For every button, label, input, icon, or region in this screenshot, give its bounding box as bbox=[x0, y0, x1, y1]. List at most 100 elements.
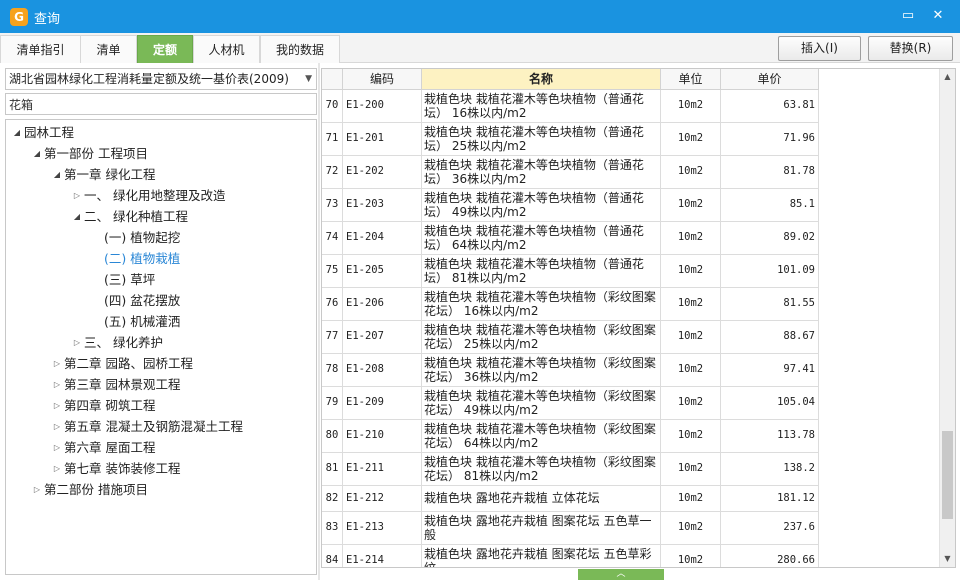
tab-bill-guide[interactable]: 清单指引 bbox=[0, 35, 81, 63]
tree-node[interactable]: ▷ 第三章 园林景观工程 bbox=[50, 375, 181, 395]
row-unit: 10m2 bbox=[661, 545, 721, 567]
row-name: 栽植色块 栽植花灌木等色块植物（彩纹图案花坛） 81株以内/m2 bbox=[422, 453, 661, 486]
panel-splitter[interactable] bbox=[318, 63, 320, 580]
library-select[interactable]: 湖北省园林绿化工程消耗量定额及统一基价表(2009) ▼ bbox=[5, 68, 317, 90]
row-seq: 84 bbox=[322, 545, 343, 567]
row-name: 栽植色块 栽植花灌木等色块植物（彩纹图案花坛） 64株以内/m2 bbox=[422, 420, 661, 453]
tree-node[interactable]: ◢ 二、 绿化种植工程 bbox=[70, 207, 188, 227]
collapsed-icon[interactable]: ▷ bbox=[50, 396, 64, 416]
column-header-price[interactable]: 单价 bbox=[721, 69, 819, 90]
tree-node[interactable]: ▷ 一、 绿化用地整理及改造 bbox=[70, 186, 226, 206]
tab-materials[interactable]: 人材机 bbox=[193, 35, 260, 63]
scroll-up-icon[interactable]: ▲ bbox=[940, 69, 955, 85]
table-row[interactable]: 75 E1-205 栽植色块 栽植花灌木等色块植物（普通花坛） 81株以内/m2… bbox=[322, 255, 819, 288]
tree-node[interactable]: ◢ 第一章 绿化工程 bbox=[50, 165, 156, 185]
tree-leaf[interactable]: (三) 草坪 bbox=[104, 270, 155, 290]
tree-node[interactable]: ▷ 第四章 砌筑工程 bbox=[50, 396, 156, 416]
row-name: 栽植色块 栽植花灌木等色块植物（普通花坛） 36株以内/m2 bbox=[422, 156, 661, 189]
row-price: 81.55 bbox=[721, 288, 819, 321]
tree-node[interactable]: ▷ 第二部份 措施项目 bbox=[30, 480, 148, 500]
collapsed-icon[interactable]: ▷ bbox=[70, 186, 84, 206]
collapsed-icon[interactable]: ▷ bbox=[50, 459, 64, 479]
table-row[interactable]: 83 E1-213 栽植色块 露地花卉栽植 图案花坛 五色草一般 10m2 23… bbox=[322, 512, 819, 545]
tree-node[interactable]: ◢ 第一部份 工程项目 bbox=[30, 144, 148, 164]
column-header-name[interactable]: 名称 bbox=[422, 69, 661, 90]
table-row[interactable]: 80 E1-210 栽植色块 栽植花灌木等色块植物（彩纹图案花坛） 64株以内/… bbox=[322, 420, 819, 453]
panel-collapse-handle[interactable]: ︿ bbox=[578, 569, 664, 580]
tree-node[interactable]: ▷ 第二章 园路、园桥工程 bbox=[50, 354, 193, 374]
tree-leaf[interactable]: (四) 盆花摆放 bbox=[104, 291, 180, 311]
row-code: E1-204 bbox=[343, 222, 422, 255]
table-row[interactable]: 84 E1-214 栽植色块 露地花卉栽植 图案花坛 五色草彩纹 10m2 28… bbox=[322, 545, 819, 567]
row-code: E1-206 bbox=[343, 288, 422, 321]
tab-quota[interactable]: 定额 bbox=[137, 35, 193, 63]
tree-node[interactable]: ▷ 第七章 装饰装修工程 bbox=[50, 459, 181, 479]
insert-button[interactable]: 插入(I) bbox=[778, 36, 861, 61]
table-row[interactable]: 79 E1-209 栽植色块 栽植花灌木等色块植物（彩纹图案花坛） 49株以内/… bbox=[322, 387, 819, 420]
table-row[interactable]: 76 E1-206 栽植色块 栽植花灌木等色块植物（彩纹图案花坛） 16株以内/… bbox=[322, 288, 819, 321]
table-row[interactable]: 71 E1-201 栽植色块 栽植花灌木等色块植物（普通花坛） 25株以内/m2… bbox=[322, 123, 819, 156]
tree-leaf-selected[interactable]: (二) 植物栽植 bbox=[104, 249, 180, 269]
table-row[interactable]: 81 E1-211 栽植色块 栽植花灌木等色块植物（彩纹图案花坛） 81株以内/… bbox=[322, 453, 819, 486]
row-unit: 10m2 bbox=[661, 512, 721, 545]
table-row[interactable]: 77 E1-207 栽植色块 栽植花灌木等色块植物（彩纹图案花坛） 25株以内/… bbox=[322, 321, 819, 354]
collapsed-icon[interactable]: ▷ bbox=[30, 480, 44, 500]
chevron-up-icon: ︿ bbox=[616, 569, 626, 579]
row-name: 栽植色块 栽植花灌木等色块植物（普通花坛） 16株以内/m2 bbox=[422, 90, 661, 123]
row-code: E1-201 bbox=[343, 123, 422, 156]
column-header-code[interactable]: 编码 bbox=[343, 69, 422, 90]
scroll-down-icon[interactable]: ▼ bbox=[940, 551, 955, 567]
row-seq: 70 bbox=[322, 90, 343, 123]
tree-node[interactable]: ▷ 第六章 屋面工程 bbox=[50, 438, 156, 458]
row-price: 181.12 bbox=[721, 486, 819, 512]
expanded-icon[interactable]: ◢ bbox=[30, 144, 44, 164]
collapsed-icon[interactable]: ▷ bbox=[50, 375, 64, 395]
row-code: E1-214 bbox=[343, 545, 422, 567]
row-seq: 82 bbox=[322, 486, 343, 512]
row-code: E1-207 bbox=[343, 321, 422, 354]
table-row[interactable]: 74 E1-204 栽植色块 栽植花灌木等色块植物（普通花坛） 64株以内/m2… bbox=[322, 222, 819, 255]
tree-leaf[interactable]: (五) 机械灌洒 bbox=[104, 312, 180, 332]
expanded-icon[interactable]: ◢ bbox=[70, 207, 84, 227]
row-name: 栽植色块 露地花卉栽植 图案花坛 五色草一般 bbox=[422, 512, 661, 545]
row-name: 栽植色块 栽植花灌木等色块植物（彩纹图案花坛） 25株以内/m2 bbox=[422, 321, 661, 354]
row-code: E1-208 bbox=[343, 354, 422, 387]
collapsed-icon[interactable]: ▷ bbox=[50, 438, 64, 458]
scroll-thumb[interactable] bbox=[942, 431, 953, 519]
close-icon[interactable]: ✕ bbox=[928, 6, 948, 26]
table-row[interactable]: 70 E1-200 栽植色块 栽植花灌木等色块植物（普通花坛） 16株以内/m2… bbox=[322, 90, 819, 123]
tree-node[interactable]: ▷ 三、 绿化养护 bbox=[70, 333, 163, 353]
left-panel: 湖北省园林绿化工程消耗量定额及统一基价表(2009) ▼ ◢园林工程 ◢第一部份… bbox=[0, 63, 320, 580]
row-price: 89.02 bbox=[721, 222, 819, 255]
row-price: 71.96 bbox=[721, 123, 819, 156]
collapsed-icon[interactable]: ▷ bbox=[70, 333, 84, 353]
search-input[interactable] bbox=[5, 93, 317, 115]
table-row[interactable]: 73 E1-203 栽植色块 栽植花灌木等色块植物（普通花坛） 49株以内/m2… bbox=[322, 189, 819, 222]
tree-leaf[interactable]: (一) 植物起挖 bbox=[104, 228, 180, 248]
expanded-icon[interactable]: ◢ bbox=[10, 123, 24, 143]
minimize-icon[interactable]: ▭ bbox=[898, 6, 918, 26]
table-row[interactable]: 78 E1-208 栽植色块 栽植花灌木等色块植物（彩纹图案花坛） 36株以内/… bbox=[322, 354, 819, 387]
collapsed-icon[interactable]: ▷ bbox=[50, 354, 64, 374]
tab-my-data[interactable]: 我的数据 bbox=[260, 35, 340, 63]
tree-node[interactable]: ▷ 第五章 混凝土及钢筋混凝土工程 bbox=[50, 417, 243, 437]
app-logo-icon: G bbox=[10, 8, 28, 26]
row-seq: 76 bbox=[322, 288, 343, 321]
tree-node[interactable]: ◢ 园林工程 bbox=[10, 123, 74, 143]
row-seq: 80 bbox=[322, 420, 343, 453]
expanded-icon[interactable]: ◢ bbox=[50, 165, 64, 185]
table-row[interactable]: 72 E1-202 栽植色块 栽植花灌木等色块植物（普通花坛） 36株以内/m2… bbox=[322, 156, 819, 189]
tab-bar: 清单指引 清单 定额 人材机 我的数据 插入(I) 替换(R) bbox=[0, 33, 960, 63]
row-unit: 10m2 bbox=[661, 420, 721, 453]
replace-button[interactable]: 替换(R) bbox=[868, 36, 953, 61]
collapsed-icon[interactable]: ▷ bbox=[50, 417, 64, 437]
column-header-unit[interactable]: 单位 bbox=[661, 69, 721, 90]
vertical-scrollbar[interactable]: ▲ ▼ bbox=[939, 69, 955, 567]
library-select-value: 湖北省园林绿化工程消耗量定额及统一基价表(2009) bbox=[9, 72, 289, 86]
row-unit: 10m2 bbox=[661, 189, 721, 222]
tab-bill[interactable]: 清单 bbox=[80, 35, 137, 63]
row-price: 85.1 bbox=[721, 189, 819, 222]
table-row[interactable]: 82 E1-212 栽植色块 露地花卉栽植 立体花坛 10m2 181.12 bbox=[322, 486, 819, 512]
row-seq: 77 bbox=[322, 321, 343, 354]
row-seq: 79 bbox=[322, 387, 343, 420]
